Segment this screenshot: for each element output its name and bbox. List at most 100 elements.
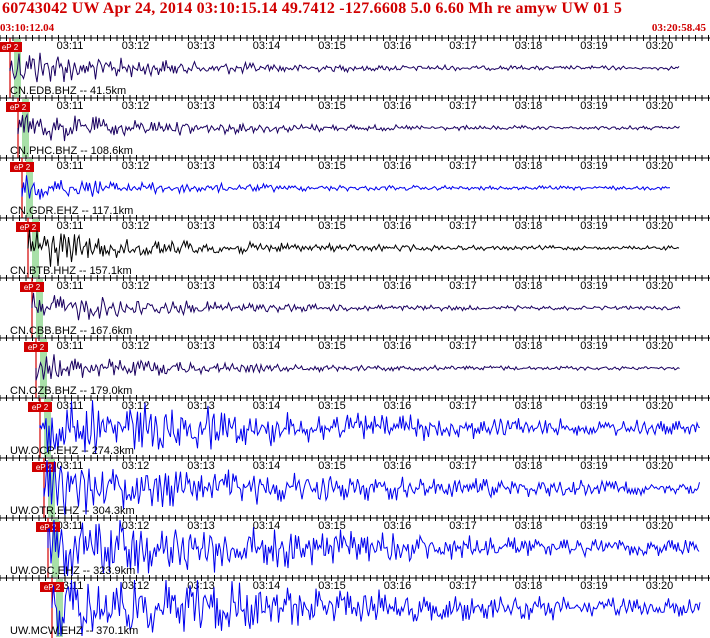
time-tick-label: 03:19 [580,520,608,532]
time-tick-label: 03:13 [187,520,215,532]
time-tick-label: 03:19 [580,100,608,112]
time-tick-label: 03:14 [253,580,281,592]
time-tick-label: 03:17 [449,580,477,592]
time-tick-label: 03:12 [122,520,150,532]
time-tick-label: 03:15 [318,460,346,472]
time-tick-label: 03:11 [57,400,84,412]
pick-tag-label: eP 2 [28,343,45,352]
time-tick-label: 03:14 [253,40,281,52]
waveform [31,292,681,321]
event-title: 60743042 UW Apr 24, 2014 03:10:15.14 49.… [2,0,623,17]
time-tick-label: 03:19 [580,580,608,592]
time-tick-label: 03:17 [449,340,477,352]
time-tick-label: 03:17 [449,520,477,532]
time-tick-label: 03:18 [515,40,543,52]
time-tick-label: 03:20 [646,220,674,232]
waveform [21,175,670,200]
time-tick-label: 03:15 [318,220,346,232]
time-tick-label: 03:12 [122,100,150,112]
time-tick-label: 03:14 [253,460,281,472]
time-tick-label: 03:13 [187,40,215,52]
time-tick-label: 03:20 [646,400,674,412]
time-tick-label: 03:19 [580,400,608,412]
time-tick-label: 03:20 [646,40,674,52]
time-tick-label: 03:20 [646,340,674,352]
time-tick-label: 03:16 [384,400,412,412]
pick-tag-label: eP 2 [32,403,49,412]
time-tick-label: 03:17 [449,460,477,472]
time-tick-label: 03:13 [187,340,215,352]
time-tick-label: 03:15 [318,340,346,352]
time-tick-label: 03:18 [515,160,543,172]
waveform [17,113,680,142]
waveform [9,52,680,83]
time-tick-label: 03:20 [646,100,674,112]
time-tick-label: 03:16 [384,460,412,472]
time-tick-label: 03:13 [187,400,215,412]
time-tick-label: 03:13 [187,460,215,472]
time-tick-label: 03:13 [187,100,215,112]
header: 60743042 UW Apr 24, 2014 03:10:15.14 49.… [0,0,710,38]
time-tick-label: 03:18 [515,100,543,112]
time-tick-label: 03:15 [318,580,346,592]
time-tick-label: 03:19 [580,160,608,172]
pick-tag-label: eP 2 [2,43,19,52]
time-tick-label: 03:18 [515,460,543,472]
time-tick-label: 03:14 [253,160,281,172]
time-tick-label: 03:13 [187,160,215,172]
waveform [35,354,680,381]
time-tick-label: 03:15 [318,400,346,412]
time-tick-label: 03:14 [253,220,281,232]
time-tick-label: 03:19 [580,280,608,292]
time-tick-label: 03:11 [57,280,84,292]
time-tick-label: 03:14 [253,340,281,352]
time-tick-label: 03:11 [57,340,84,352]
pick-tag-label: eP 2 [20,223,37,232]
time-tick-label: 03:19 [580,220,608,232]
time-tick-label: 03:17 [449,100,477,112]
time-tick-label: 03:13 [187,580,215,592]
time-tick-label: 03:16 [384,100,412,112]
time-tick-label: 03:12 [122,340,150,352]
time-tick-label: 03:13 [187,220,215,232]
time-tick-label: 03:16 [384,280,412,292]
station-label: CN.EDB.BHZ -- 41.5km [10,85,126,97]
time-tick-label: 03:15 [318,520,346,532]
time-tick-label: 03:14 [253,280,281,292]
time-tick-label: 03:20 [646,160,674,172]
end-time: 03:20:58.45 [651,22,706,34]
time-tick-label: 03:11 [57,40,84,52]
time-tick-label: 03:18 [515,220,543,232]
seismogram-panel: 03:11 03:12 03:13 03:14 03:15 03:16 03:17 03:18… [0,35,710,638]
time-tick-label: 03:19 [580,40,608,52]
pick-tag-label: eP 2 [24,283,41,292]
time-tick-label: 03:16 [384,520,412,532]
time-tick-label: 03:18 [515,400,543,412]
time-tick-label: 03:20 [646,520,674,532]
time-tick-label: 03:15 [318,160,346,172]
time-tick-label: 03:11 [57,100,84,112]
time-tick-label: 03:13 [187,280,215,292]
pick-tag-label: eP 2 [10,103,27,112]
time-tick-label: 03:16 [384,580,412,592]
time-tick-label: 03:17 [449,400,477,412]
time-tick-label: 03:11 [57,220,84,232]
station-label: CN.BTB.HHZ -- 157.1km [10,265,132,277]
time-tick-label: 03:12 [122,280,150,292]
time-tick-label: 03:12 [122,40,150,52]
time-tick-label: 03:19 [580,340,608,352]
station-label: UW.OTR.EHZ -- 304.3km [10,505,135,517]
station-label: UW.MCW.EHZ -- 370.1km [10,625,138,637]
time-tick-label: 03:18 [515,280,543,292]
time-tick-label: 03:19 [580,460,608,472]
time-tick-label: 03:17 [449,40,477,52]
time-tick-label: 03:14 [253,400,281,412]
time-tick-label: 03:16 [384,40,412,52]
time-tick-label: 03:20 [646,580,674,592]
time-tick-label: 03:12 [122,460,150,472]
time-tick-label: 03:11 [57,160,84,172]
start-time: 03:10:12.04 [0,22,55,34]
time-tick-label: 03:20 [646,460,674,472]
time-tick-label: 03:16 [384,340,412,352]
time-tick-label: 03:16 [384,160,412,172]
